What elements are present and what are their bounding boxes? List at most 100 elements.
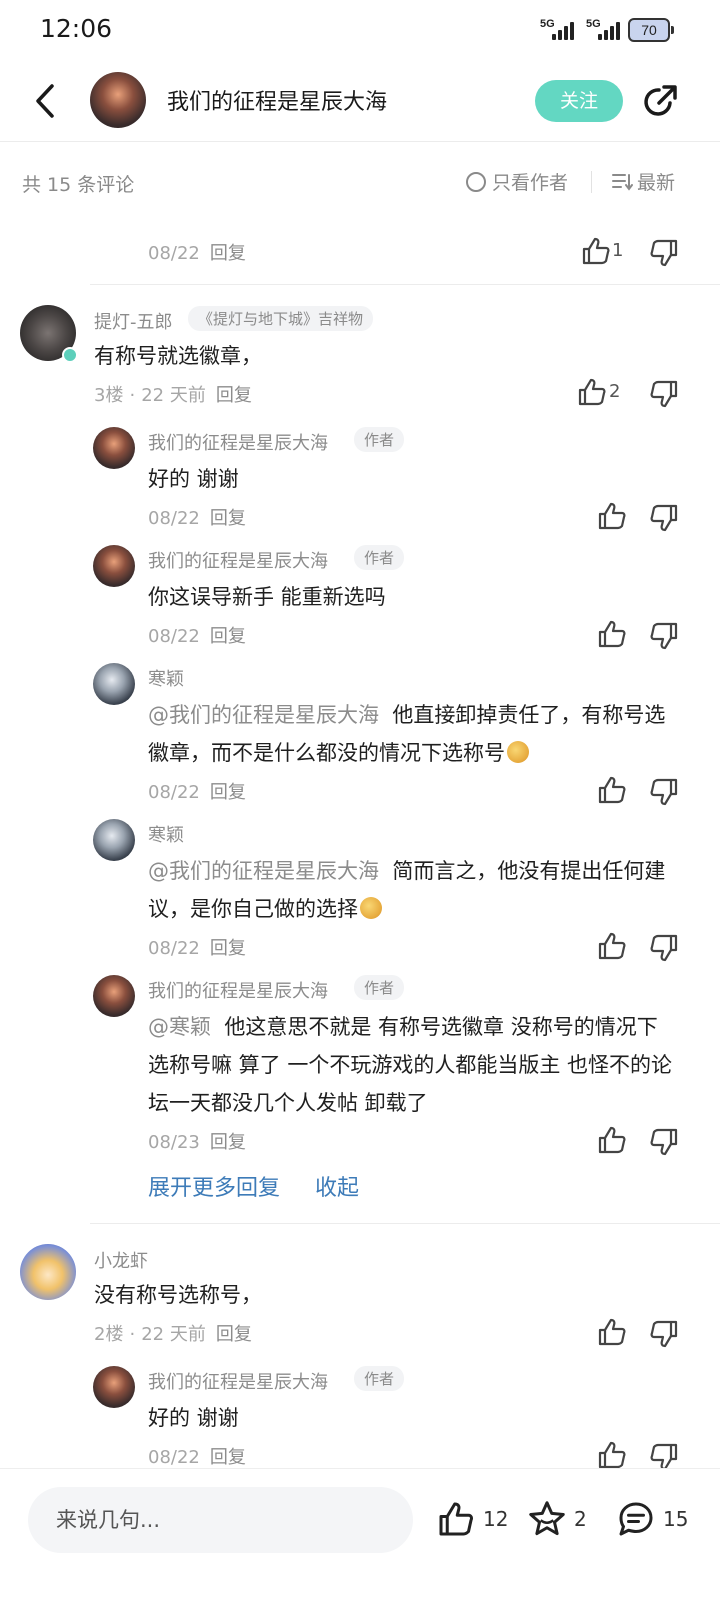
replier-name[interactable]: 我们的征程是星辰大海 bbox=[148, 1368, 328, 1394]
author-tag: 作者 bbox=[354, 1366, 405, 1391]
reply-meta: 08/23 回复 bbox=[148, 1132, 246, 1153]
sort-button[interactable]: 最新 bbox=[611, 168, 675, 195]
verified-icon bbox=[62, 347, 78, 363]
replier-name[interactable]: 我们的征程是星辰大海 bbox=[148, 547, 328, 573]
top-nav: 我们的征程是星辰大海 关注 bbox=[0, 60, 720, 142]
comment-filter-bar: 共 15 条评论 只看作者 最新 bbox=[0, 143, 720, 215]
reply-meta: 08/22 回复 bbox=[148, 1447, 246, 1468]
commenter-name[interactable]: 小龙虾 bbox=[94, 1247, 148, 1273]
author-tag: 作者 bbox=[354, 545, 405, 570]
reply-button[interactable]: 回复 bbox=[210, 782, 246, 803]
thumbs-down-icon[interactable] bbox=[648, 1126, 680, 1158]
like-count: 12 bbox=[483, 1507, 509, 1531]
replier-name[interactable]: 我们的征程是星辰大海 bbox=[148, 977, 328, 1003]
reply-button[interactable]: 回复 bbox=[210, 626, 246, 647]
like-count: 1 bbox=[612, 240, 624, 261]
thumbs-up-icon[interactable] bbox=[580, 235, 612, 267]
reply-item: 我们的征程是星辰大海 作者 好的 谢谢 08/22 回复 bbox=[0, 1359, 720, 1468]
back-arrow-icon[interactable] bbox=[30, 82, 62, 120]
mention-link[interactable]: @我们的征程是星辰大海 bbox=[148, 859, 379, 883]
thumbs-down-icon[interactable] bbox=[648, 378, 680, 410]
replier-name[interactable]: 我们的征程是星辰大海 bbox=[148, 429, 328, 455]
reply-button[interactable]: 回复 bbox=[210, 508, 246, 529]
share-icon[interactable] bbox=[640, 82, 680, 122]
favorite-count: 2 bbox=[574, 1507, 587, 1531]
replier-avatar[interactable] bbox=[93, 663, 135, 705]
author-avatar[interactable] bbox=[90, 72, 146, 128]
only-author-toggle[interactable]: 只看作者 bbox=[466, 168, 568, 195]
comment-item: 提灯-五郎 《提灯与地下城》吉祥物 有称号就选徽章， 3楼 · 22 天前 回复 2 bbox=[0, 285, 720, 420]
thumbs-up-icon[interactable] bbox=[596, 1439, 628, 1468]
page-title: 我们的征程是星辰大海 bbox=[167, 90, 388, 115]
reply-item: 08/22 回复 1 bbox=[0, 215, 720, 285]
bottom-action-bar: 来说几句... 12 2 15 bbox=[0, 1468, 720, 1600]
replier-name[interactable]: 寒颖 bbox=[148, 821, 184, 847]
thumbs-up-icon[interactable] bbox=[596, 500, 628, 532]
comment-item: 小龙虾 没有称号选称号， 2楼 · 22 天前 回复 bbox=[0, 1224, 720, 1359]
replier-avatar[interactable] bbox=[93, 545, 135, 587]
thumbs-down-icon[interactable] bbox=[648, 620, 680, 652]
collapse-replies[interactable]: 收起 bbox=[315, 1170, 359, 1202]
like-count: 2 bbox=[609, 381, 621, 402]
comment-text: 没有称号选称号， bbox=[94, 1283, 262, 1307]
clock: 12:06 bbox=[40, 14, 113, 43]
reply-button[interactable]: 回复 bbox=[210, 938, 246, 959]
follow-button[interactable]: 关注 bbox=[535, 80, 623, 122]
replier-avatar[interactable] bbox=[93, 1366, 135, 1408]
thumbs-down-icon[interactable] bbox=[648, 776, 680, 808]
reply-meta: 08/22 回复 bbox=[148, 938, 246, 959]
mention-link[interactable]: @我们的征程是星辰大海 bbox=[148, 703, 379, 727]
divider bbox=[591, 171, 592, 193]
reply-button[interactable]: 回复 bbox=[216, 1324, 252, 1345]
thumbs-up-icon[interactable] bbox=[596, 930, 628, 962]
thumbs-up-icon[interactable] bbox=[576, 376, 608, 408]
thumbs-down-icon[interactable] bbox=[648, 502, 680, 534]
emoji-icon bbox=[360, 897, 382, 919]
thumbs-up-icon[interactable] bbox=[596, 774, 628, 806]
replier-avatar[interactable] bbox=[93, 975, 135, 1017]
user-badge: 《提灯与地下城》吉祥物 bbox=[188, 306, 374, 331]
author-tag: 作者 bbox=[354, 975, 405, 1000]
star-icon[interactable] bbox=[527, 1499, 567, 1539]
thumbs-down-icon[interactable] bbox=[648, 1318, 680, 1350]
thumbs-down-icon[interactable] bbox=[648, 237, 680, 269]
thumbs-down-icon[interactable] bbox=[648, 1441, 680, 1468]
sort-label: 最新 bbox=[637, 172, 676, 194]
replier-name[interactable]: 寒颖 bbox=[148, 665, 184, 691]
comment-icon[interactable] bbox=[616, 1499, 656, 1539]
reply-item: 我们的征程是星辰大海 作者 好的 谢谢 08/22 回复 bbox=[0, 420, 720, 538]
reply-button[interactable]: 回复 bbox=[216, 385, 252, 406]
replier-avatar[interactable] bbox=[93, 427, 135, 469]
comment-list: 08/22 回复 1 提灯-五郎 《提灯与地下城》吉祥物 有称号就选徽章， 3楼 ·… bbox=[0, 215, 720, 1468]
commenter-avatar[interactable] bbox=[20, 1244, 76, 1300]
sort-icon bbox=[612, 173, 633, 191]
reply-button[interactable]: 回复 bbox=[210, 1132, 246, 1153]
commenter-name[interactable]: 提灯-五郎 bbox=[94, 308, 173, 334]
status-bar: 12:06 5G 5G 70 bbox=[0, 0, 720, 60]
reply-text: 你这误导新手 能重新选吗 bbox=[148, 585, 386, 609]
author-tag: 作者 bbox=[354, 427, 405, 452]
battery-icon: 70 bbox=[628, 18, 674, 42]
thumbs-up-icon[interactable] bbox=[596, 618, 628, 650]
replier-avatar[interactable] bbox=[93, 819, 135, 861]
mention-link[interactable]: @寒颖 bbox=[148, 1015, 211, 1039]
reply-meta: 08/22 回复 bbox=[148, 508, 246, 529]
comment-count: 共 15 条评论 bbox=[22, 174, 135, 196]
reply-text: @寒颖 他这意思不就是 有称号选徽章 没称号的情况下选称号嘛 算了 一个不玩游戏… bbox=[148, 1015, 673, 1115]
reply-text: @我们的征程是星辰大海 他直接卸掉责任了，有称号选徽章，而不是什么都没的情况下选… bbox=[148, 703, 666, 765]
reply-button[interactable]: 回复 bbox=[210, 1447, 246, 1468]
reply-item: 寒颖 @我们的征程是星辰大海 他直接卸掉责任了，有称号选徽章，而不是什么都没的情… bbox=[0, 656, 720, 812]
comment-input[interactable]: 来说几句... bbox=[28, 1487, 413, 1553]
expand-more-replies[interactable]: 展开更多回复 bbox=[148, 1170, 280, 1202]
reply-button[interactable]: 回复 bbox=[210, 243, 246, 264]
thumbs-down-icon[interactable] bbox=[648, 932, 680, 964]
comment-meta: 3楼 · 22 天前 回复 bbox=[94, 385, 252, 406]
reply-meta: 08/22 回复 bbox=[148, 782, 246, 803]
emoji-icon bbox=[507, 741, 529, 763]
like-icon[interactable] bbox=[436, 1499, 476, 1539]
thumbs-up-icon[interactable] bbox=[596, 1316, 628, 1348]
reply-text: 好的 谢谢 bbox=[148, 467, 239, 491]
radio-icon bbox=[466, 171, 486, 192]
comment-meta: 2楼 · 22 天前 回复 bbox=[94, 1324, 252, 1345]
thumbs-up-icon[interactable] bbox=[596, 1124, 628, 1156]
